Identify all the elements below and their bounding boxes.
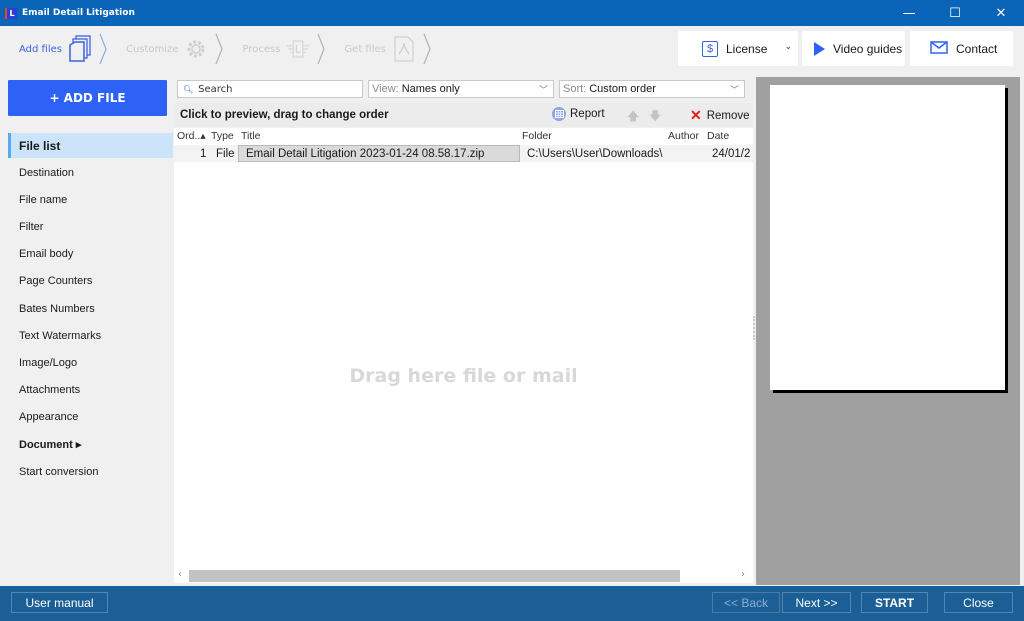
step-get-files[interactable]: Get files bbox=[344, 33, 441, 65]
license-button[interactable]: $ License ⌄ bbox=[678, 31, 798, 66]
video-guides-button[interactable]: Video guides bbox=[802, 31, 905, 66]
column-header-order[interactable]: Ord..▴ bbox=[177, 128, 206, 144]
license-label: License bbox=[726, 41, 768, 56]
cell-folder: C:\Users\User\Downloads\ bbox=[527, 147, 663, 160]
close-window-button[interactable]: ✕ bbox=[978, 0, 1024, 26]
file-list-grid[interactable]: Ord..▴ Type Title Folder Author Date 1 F… bbox=[174, 128, 753, 583]
view-prefix: View: bbox=[372, 83, 399, 95]
sidebar-item-file-name[interactable]: File name bbox=[8, 187, 173, 212]
search-icon: 🔍︎ bbox=[183, 84, 194, 94]
cell-date: 24/01/2 bbox=[712, 147, 751, 160]
table-row[interactable]: 1 File Email Detail Litigation 2023-01-2… bbox=[174, 145, 753, 162]
mail-icon bbox=[930, 40, 948, 57]
report-label: Report bbox=[570, 108, 605, 120]
dollar-icon: $ bbox=[702, 40, 718, 57]
sidebar-item-image-logo[interactable]: Image/Logo bbox=[8, 350, 173, 375]
chevron-down-icon: ﹀ bbox=[729, 85, 739, 95]
contact-label: Contact bbox=[956, 41, 998, 56]
pdf-icon bbox=[392, 36, 416, 62]
sidebar-item-file-list[interactable]: File list bbox=[8, 133, 173, 158]
preview-page bbox=[770, 85, 1005, 390]
report-button[interactable]: Report bbox=[552, 107, 605, 121]
remove-button[interactable]: ✕ Remove bbox=[690, 107, 750, 124]
step-label: Process bbox=[242, 43, 281, 55]
step-customize[interactable]: Customize bbox=[126, 33, 235, 65]
sidebar-item-text-watermarks[interactable]: Text Watermarks bbox=[8, 323, 173, 348]
view-select[interactable]: View: Names only ﹀ bbox=[368, 80, 554, 98]
sidebar-item-appearance[interactable]: Appearance bbox=[8, 404, 173, 429]
sidebar-item-destination[interactable]: Destination bbox=[8, 160, 173, 185]
drop-zone-hint: Drag here file or mail bbox=[349, 365, 578, 387]
play-icon bbox=[814, 41, 825, 56]
maximize-button[interactable]: ☐ bbox=[932, 0, 978, 26]
preview-pane bbox=[756, 77, 1020, 585]
app-logo-icon: L bbox=[5, 7, 17, 19]
sidebar-item-document[interactable]: Document ▸ bbox=[8, 432, 173, 457]
minimize-button[interactable]: — bbox=[886, 0, 932, 26]
sidebar-item-filter[interactable]: Filter bbox=[8, 214, 173, 239]
move-up-icon[interactable]: 🡅 bbox=[627, 107, 639, 128]
scrollbar-thumb[interactable] bbox=[189, 570, 680, 582]
sidebar-item-page-counters[interactable]: Page Counters bbox=[8, 268, 173, 293]
step-label: Get files bbox=[344, 43, 386, 55]
user-manual-button[interactable]: User manual bbox=[11, 592, 108, 613]
step-label: Add files bbox=[19, 43, 62, 55]
window-title: Email Detail Litigation bbox=[22, 8, 135, 18]
column-header-title[interactable]: Title bbox=[241, 128, 260, 144]
move-down-icon[interactable]: 🡇 bbox=[649, 107, 661, 128]
chevron-right-icon bbox=[99, 33, 107, 65]
table-icon bbox=[552, 107, 566, 121]
contact-button[interactable]: Contact bbox=[910, 31, 1013, 66]
remove-label: Remove bbox=[706, 109, 750, 122]
list-hint: Click to preview, drag to change order bbox=[180, 109, 389, 121]
close-icon: ✕ bbox=[690, 107, 702, 123]
process-icon bbox=[286, 36, 310, 62]
sidebar: File list Destination File name Filter E… bbox=[3, 118, 173, 585]
video-guides-label: Video guides bbox=[833, 41, 903, 56]
title-bar: L Email Detail Litigation — ☐ ✕ bbox=[0, 0, 1024, 26]
search-input[interactable]: 🔍︎ Search bbox=[177, 80, 363, 98]
column-header-folder[interactable]: Folder bbox=[522, 128, 552, 144]
cell-type: File bbox=[216, 147, 235, 160]
horizontal-scrollbar[interactable]: ‹ › bbox=[174, 569, 753, 583]
chevron-right-icon bbox=[423, 33, 431, 65]
sidebar-item-start-conversion[interactable]: Start conversion bbox=[8, 459, 173, 484]
column-header-date[interactable]: Date bbox=[707, 128, 729, 144]
step-add-files[interactable]: Add files bbox=[19, 33, 118, 65]
scroll-right-icon[interactable]: › bbox=[741, 569, 745, 580]
gear-icon bbox=[184, 36, 208, 62]
column-header-author[interactable]: Author bbox=[668, 128, 699, 144]
start-button[interactable]: START bbox=[861, 592, 928, 613]
sidebar-item-attachments[interactable]: Attachments bbox=[8, 377, 173, 402]
back-button[interactable]: << Back bbox=[712, 592, 780, 613]
scroll-left-icon[interactable]: ‹ bbox=[178, 569, 182, 580]
sort-value: Custom order bbox=[589, 83, 656, 95]
search-placeholder: Search bbox=[198, 83, 233, 95]
list-header: Click to preview, drag to change order R… bbox=[174, 103, 753, 127]
step-process[interactable]: Process bbox=[242, 33, 336, 65]
footer-bar: User manual << Back Next >> START Close bbox=[0, 586, 1024, 621]
chevron-down-icon[interactable]: ⌄ bbox=[784, 41, 792, 52]
files-icon bbox=[68, 35, 92, 62]
sidebar-item-bates-numbers[interactable]: Bates Numbers bbox=[8, 296, 173, 321]
cell-title: Email Detail Litigation 2023-01-24 08.58… bbox=[238, 145, 520, 162]
sort-prefix: Sort: bbox=[563, 83, 587, 95]
view-value: Names only bbox=[401, 83, 460, 95]
chevron-right-icon bbox=[317, 33, 326, 65]
next-button[interactable]: Next >> bbox=[782, 592, 851, 613]
chevron-right-icon bbox=[215, 33, 224, 65]
add-file-button[interactable]: + ADD FILE bbox=[8, 80, 167, 116]
chevron-down-icon: ﹀ bbox=[538, 85, 548, 95]
cell-order: 1 bbox=[200, 147, 207, 160]
close-button[interactable]: Close bbox=[944, 592, 1013, 613]
sort-select[interactable]: Sort: Custom order ﹀ bbox=[559, 80, 745, 98]
sidebar-item-email-body[interactable]: Email body bbox=[8, 241, 173, 266]
column-header-type[interactable]: Type bbox=[211, 128, 234, 144]
step-label: Customize bbox=[125, 43, 179, 55]
